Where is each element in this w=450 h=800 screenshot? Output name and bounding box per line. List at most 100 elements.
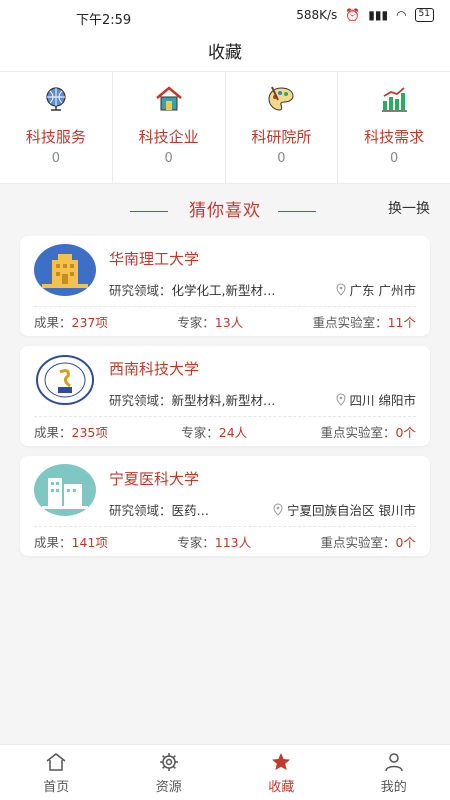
results-value: 235项 <box>71 425 108 440</box>
labs-label: 重点实验室： <box>320 425 396 440</box>
card-stats: 成果：237项 专家：13人 重点实验室：11个 <box>34 312 416 331</box>
category-count: 0 <box>164 151 173 166</box>
results-label: 成果： <box>34 425 72 440</box>
palette-icon <box>268 86 294 111</box>
nav-profile[interactable]: 我的 <box>338 745 450 800</box>
category-count: 0 <box>389 151 399 166</box>
experts-stat: 专家：13人 <box>177 312 243 331</box>
nav-favorites[interactable]: 收藏 <box>225 745 338 800</box>
results-label: 成果： <box>34 315 72 330</box>
bar-chart-icon <box>382 87 408 112</box>
research-field-value: 医药… <box>171 503 210 518</box>
labs-stat: 重点实验室：11个 <box>313 312 416 331</box>
globe-icon <box>46 87 66 111</box>
experts-label: 专家： <box>177 315 215 330</box>
category-label: 科技企业 <box>138 128 199 146</box>
research-field-label: 研究领域： <box>109 503 172 518</box>
research-field-value: 新型材料,新型材… <box>171 393 276 408</box>
nav-home[interactable]: 首页 <box>0 745 113 800</box>
gear-icon <box>159 752 178 771</box>
location-pin-icon <box>336 393 346 406</box>
recommend-header: 猜你喜欢 换一换 <box>0 184 450 236</box>
results-stat: 成果：237项 <box>34 312 108 331</box>
institution-card[interactable]: 华南理工大学 研究领域：化学化工,新型材… 广东 广州市 成果：237项 专家：… <box>20 236 430 336</box>
labs-label: 重点实验室： <box>320 535 396 550</box>
category-tech-enterprise[interactable]: 科技企业 0 <box>113 72 226 183</box>
institution-name: 华南理工大学 <box>109 250 200 268</box>
location-pin-icon <box>336 283 346 296</box>
alarm-icon: ⏰ <box>345 8 361 22</box>
institution-logo <box>34 464 96 516</box>
labs-value: 0个 <box>395 535 416 550</box>
results-stat: 成果：235项 <box>34 422 108 441</box>
location-pin-icon <box>273 503 283 516</box>
experts-stat: 专家：24人 <box>181 422 247 441</box>
status-bar: 下午2:59 588K/s ⏰ ▮▮▮ ◠ 51 <box>0 0 450 30</box>
bottom-nav: 首页 资源 收藏 我的 <box>0 744 450 800</box>
status-indicators: 588K/s ⏰ ▮▮▮ ◠ 51 <box>296 8 434 22</box>
category-label: 科技服务 <box>25 128 86 146</box>
experts-value: 113人 <box>214 535 252 550</box>
location: 宁夏回族自治区 银川市 <box>273 500 416 519</box>
card-divider <box>34 416 416 417</box>
research-field: 研究领域：医药… <box>109 500 209 519</box>
card-stats: 成果：235项 专家：24人 重点实验室：0个 <box>34 422 416 441</box>
institution-name: 宁夏医科大学 <box>109 470 200 488</box>
category-count: 0 <box>277 151 286 166</box>
category-tech-demand[interactable]: 科技需求 0 <box>338 72 450 183</box>
experts-stat: 专家：113人 <box>177 532 251 551</box>
institution-logo <box>34 244 96 296</box>
experts-label: 专家： <box>177 535 215 550</box>
nav-label: 收藏 <box>268 779 295 795</box>
research-field-label: 研究领域： <box>109 393 172 408</box>
results-value: 141项 <box>71 535 108 550</box>
user-icon <box>385 752 403 771</box>
nav-resources[interactable]: 资源 <box>113 745 226 800</box>
research-field: 研究领域：新型材料,新型材… <box>109 390 276 409</box>
labs-stat: 重点实验室：0个 <box>321 532 416 551</box>
research-field: 研究领域：化学化工,新型材… <box>109 280 276 299</box>
home-icon <box>46 752 66 771</box>
location-text: 宁夏回族自治区 银川市 <box>287 503 416 518</box>
category-research-institute[interactable]: 科研院所 0 <box>226 72 339 183</box>
results-label: 成果： <box>34 535 72 550</box>
house-icon <box>155 86 182 111</box>
network-speed: 588K/s <box>296 8 338 22</box>
results-stat: 成果：141项 <box>34 532 108 551</box>
battery-icon: 51 <box>414 8 434 22</box>
location: 广东 广州市 <box>336 280 416 299</box>
labs-label: 重点实验室： <box>312 315 388 330</box>
category-label: 科研院所 <box>251 128 312 146</box>
divider-right <box>278 211 316 212</box>
category-tech-service[interactable]: 科技服务 0 <box>0 72 113 183</box>
wifi-icon: ◠ <box>396 8 407 22</box>
section-title: 猜你喜欢 <box>189 201 261 221</box>
labs-value: 11个 <box>387 315 416 330</box>
card-divider <box>34 306 416 307</box>
card-divider <box>34 526 416 527</box>
experts-value: 13人 <box>214 315 244 330</box>
institution-card[interactable]: 西南科技大学 研究领域：新型材料,新型材… 四川 绵阳市 成果：235项 专家：… <box>20 346 430 446</box>
star-icon <box>272 752 291 770</box>
institution-card[interactable]: 宁夏医科大学 研究领域：医药… 宁夏回族自治区 银川市 成果：141项 专家：1… <box>20 456 430 556</box>
institution-logo <box>34 354 96 406</box>
category-count: 0 <box>51 151 61 166</box>
category-label: 科技需求 <box>364 128 425 146</box>
nav-label: 我的 <box>380 779 407 795</box>
status-time: 下午2:59 <box>76 13 132 28</box>
location-text: 广东 广州市 <box>349 283 416 298</box>
refresh-button[interactable]: 换一换 <box>388 198 430 218</box>
nav-label: 首页 <box>43 779 70 795</box>
results-value: 237项 <box>71 315 108 330</box>
location: 四川 绵阳市 <box>336 390 416 409</box>
labs-value: 0个 <box>395 425 416 440</box>
page-title: 收藏 <box>0 30 450 72</box>
signal-icon: ▮▮▮ <box>368 8 389 22</box>
nav-label: 资源 <box>155 779 182 795</box>
institution-name: 西南科技大学 <box>109 360 200 378</box>
category-bar: 科技服务 0 科技企业 0 科研院所 0 科技需求 0 <box>0 72 450 184</box>
research-field-label: 研究领域： <box>109 283 172 298</box>
institution-list: 华南理工大学 研究领域：化学化工,新型材… 广东 广州市 成果：237项 专家：… <box>0 236 450 556</box>
research-field-value: 化学化工,新型材… <box>171 283 276 298</box>
card-stats: 成果：141项 专家：113人 重点实验室：0个 <box>34 532 416 551</box>
